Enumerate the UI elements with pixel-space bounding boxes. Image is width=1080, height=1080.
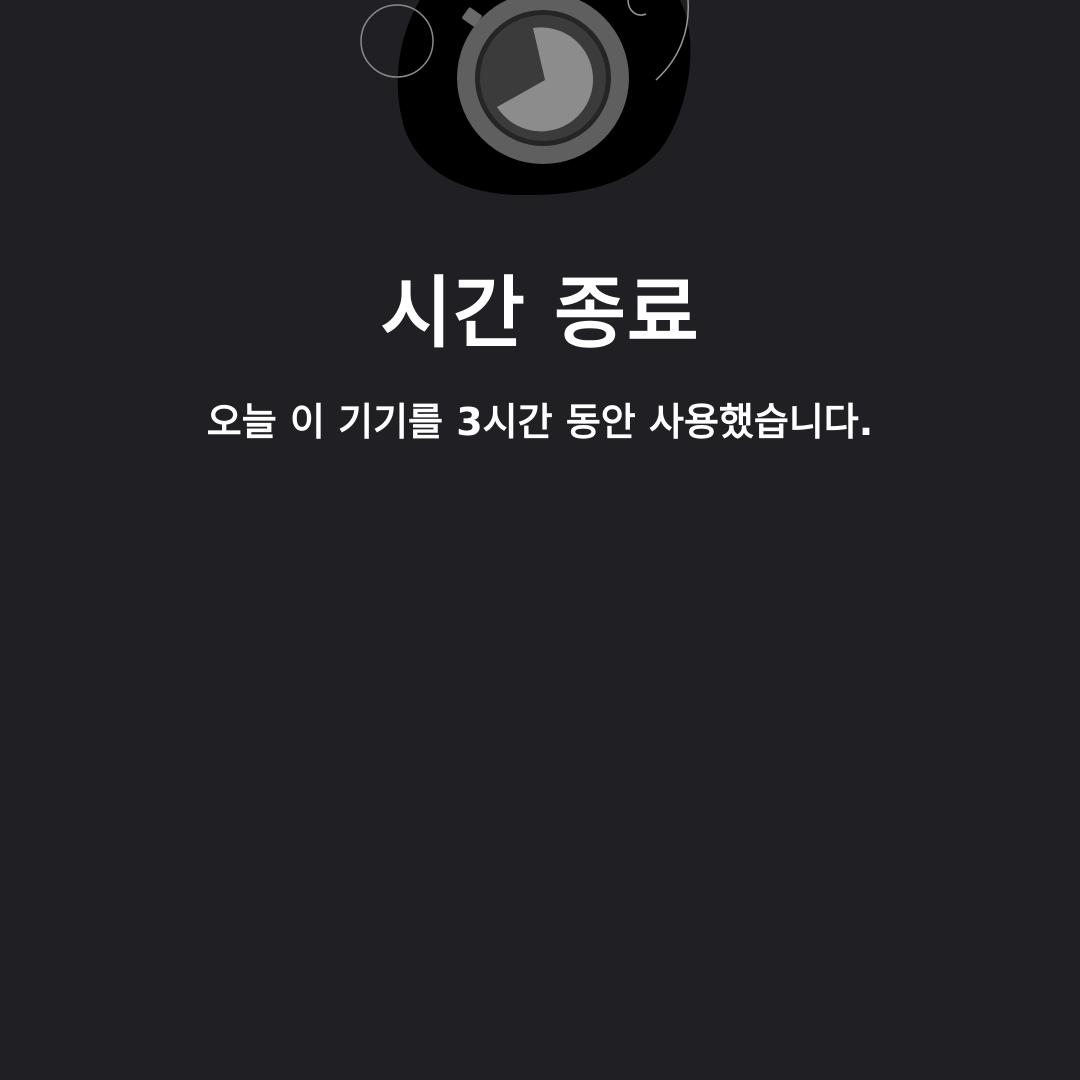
time-up-screen: 시간 종료 오늘 이 기기를 3시간 동안 사용했습니다.	[0, 0, 1080, 1080]
page-title: 시간 종료	[380, 269, 700, 359]
stopwatch-illustration	[360, 0, 691, 196]
usage-message: 오늘 이 기기를 3시간 동안 사용했습니다.	[206, 400, 874, 444]
